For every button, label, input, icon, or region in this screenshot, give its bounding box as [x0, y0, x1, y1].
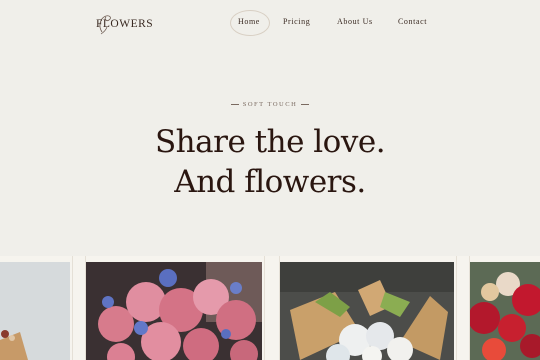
pink-bouquet-image — [86, 262, 262, 360]
gallery-image-2[interactable] — [86, 262, 262, 360]
nav-home[interactable]: Home — [238, 17, 260, 26]
nav-pricing[interactable]: Pricing — [283, 17, 310, 26]
site-header: FLOWERS Home Pricing About Us Contact — [0, 0, 540, 48]
bouquet-partial-image — [0, 262, 70, 360]
nav-contact[interactable]: Contact — [398, 17, 427, 26]
red-bouquet-image — [470, 262, 540, 360]
gallery-gap — [264, 256, 280, 360]
eyebrow-text: SOFT TOUCH — [242, 101, 298, 108]
gallery-image-3[interactable] — [280, 262, 454, 360]
logo[interactable]: FLOWERS — [96, 14, 160, 38]
headline-line-1: Share the love. — [154, 124, 386, 160]
white-bouquet-image — [280, 262, 454, 360]
gallery-image-4[interactable] — [470, 262, 540, 360]
nav-about-us[interactable]: About Us — [337, 17, 373, 26]
logo-text: FLOWERS — [96, 18, 153, 30]
gallery-gap — [456, 256, 470, 360]
hero-headline: Share the love. And flowers. — [0, 122, 540, 202]
hero-eyebrow: SOFT TOUCH — [0, 101, 540, 108]
gallery-gap — [72, 256, 86, 360]
eyebrow-rule-right — [301, 104, 310, 106]
eyebrow-rule-left — [230, 104, 239, 106]
logo-word: LOWERS — [102, 18, 154, 30]
headline-line-2: And flowers. — [174, 164, 366, 200]
gallery-image-1[interactable] — [0, 262, 70, 360]
logo-initial: F — [96, 18, 103, 30]
gallery-strip — [0, 256, 540, 360]
